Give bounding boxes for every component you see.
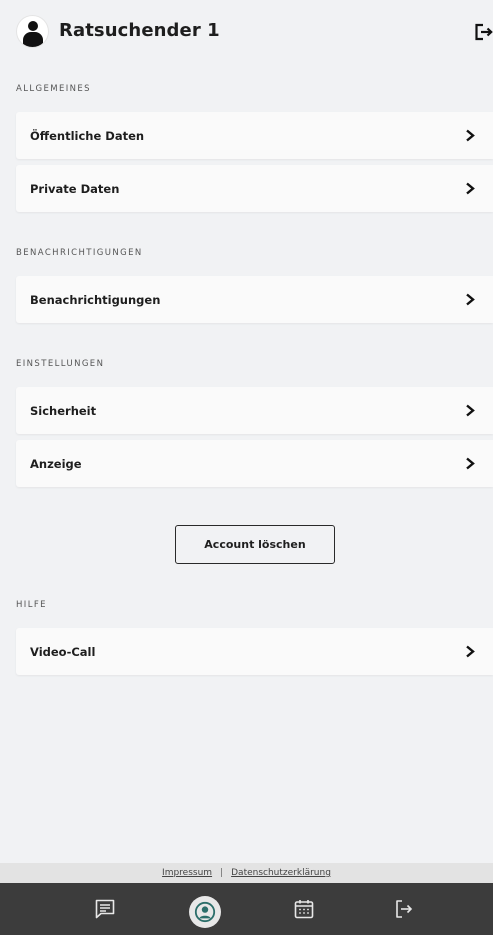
delete-account-button[interactable]: Account löschen (175, 525, 335, 564)
item-label: Video-Call (30, 644, 96, 659)
section-label-hilfe: HILFE (16, 600, 47, 610)
section-label-einstellungen: EINSTELLUNGEN (16, 359, 105, 369)
item-label: Private Daten (30, 181, 120, 196)
nav-messages[interactable] (91, 895, 119, 923)
item-label: Sicherheit (30, 403, 97, 418)
chevron-right-icon (466, 645, 475, 658)
logout-icon (396, 900, 413, 918)
header: Ratsuchender 1 (0, 0, 493, 64)
footer-separator: | (220, 868, 224, 878)
settings-item-notifications[interactable]: Benachrichtigungen (16, 276, 493, 323)
item-label: Anzeige (30, 456, 82, 471)
settings-item-public-data[interactable]: Öffentliche Daten (16, 112, 493, 159)
chevron-right-icon (466, 293, 475, 306)
nav-logout[interactable] (389, 895, 417, 923)
section-label-benachrichtigungen: BENACHRICHTIGUNGEN (16, 248, 143, 258)
bottom-nav (0, 883, 493, 935)
privacy-link[interactable]: Datenschutzerklärung (231, 868, 331, 878)
nav-calendar[interactable] (290, 895, 318, 923)
settings-item-private-data[interactable]: Private Daten (16, 165, 493, 212)
messages-icon (95, 899, 115, 919)
username: Ratsuchender 1 (59, 20, 220, 41)
logout-icon[interactable] (474, 23, 493, 41)
section-label-allgemeines: ALLGEMEINES (16, 84, 91, 94)
calendar-icon (294, 900, 314, 919)
nav-profile[interactable] (189, 896, 221, 928)
settings-item-display[interactable]: Anzeige (16, 440, 493, 487)
user-avatar-icon (17, 16, 48, 47)
chevron-right-icon (466, 404, 475, 417)
settings-item-security[interactable]: Sicherheit (16, 387, 493, 434)
item-label: Benachrichtigungen (30, 292, 161, 307)
chevron-right-icon (466, 457, 475, 470)
chevron-right-icon (466, 129, 475, 142)
chevron-right-icon (466, 182, 475, 195)
settings-item-video-call[interactable]: Video-Call (16, 628, 493, 675)
impressum-link[interactable]: Impressum (162, 868, 212, 878)
item-label: Öffentliche Daten (30, 128, 145, 143)
profile-icon (194, 901, 216, 923)
footer-links: Impressum | Datenschutzerklärung (0, 863, 493, 883)
